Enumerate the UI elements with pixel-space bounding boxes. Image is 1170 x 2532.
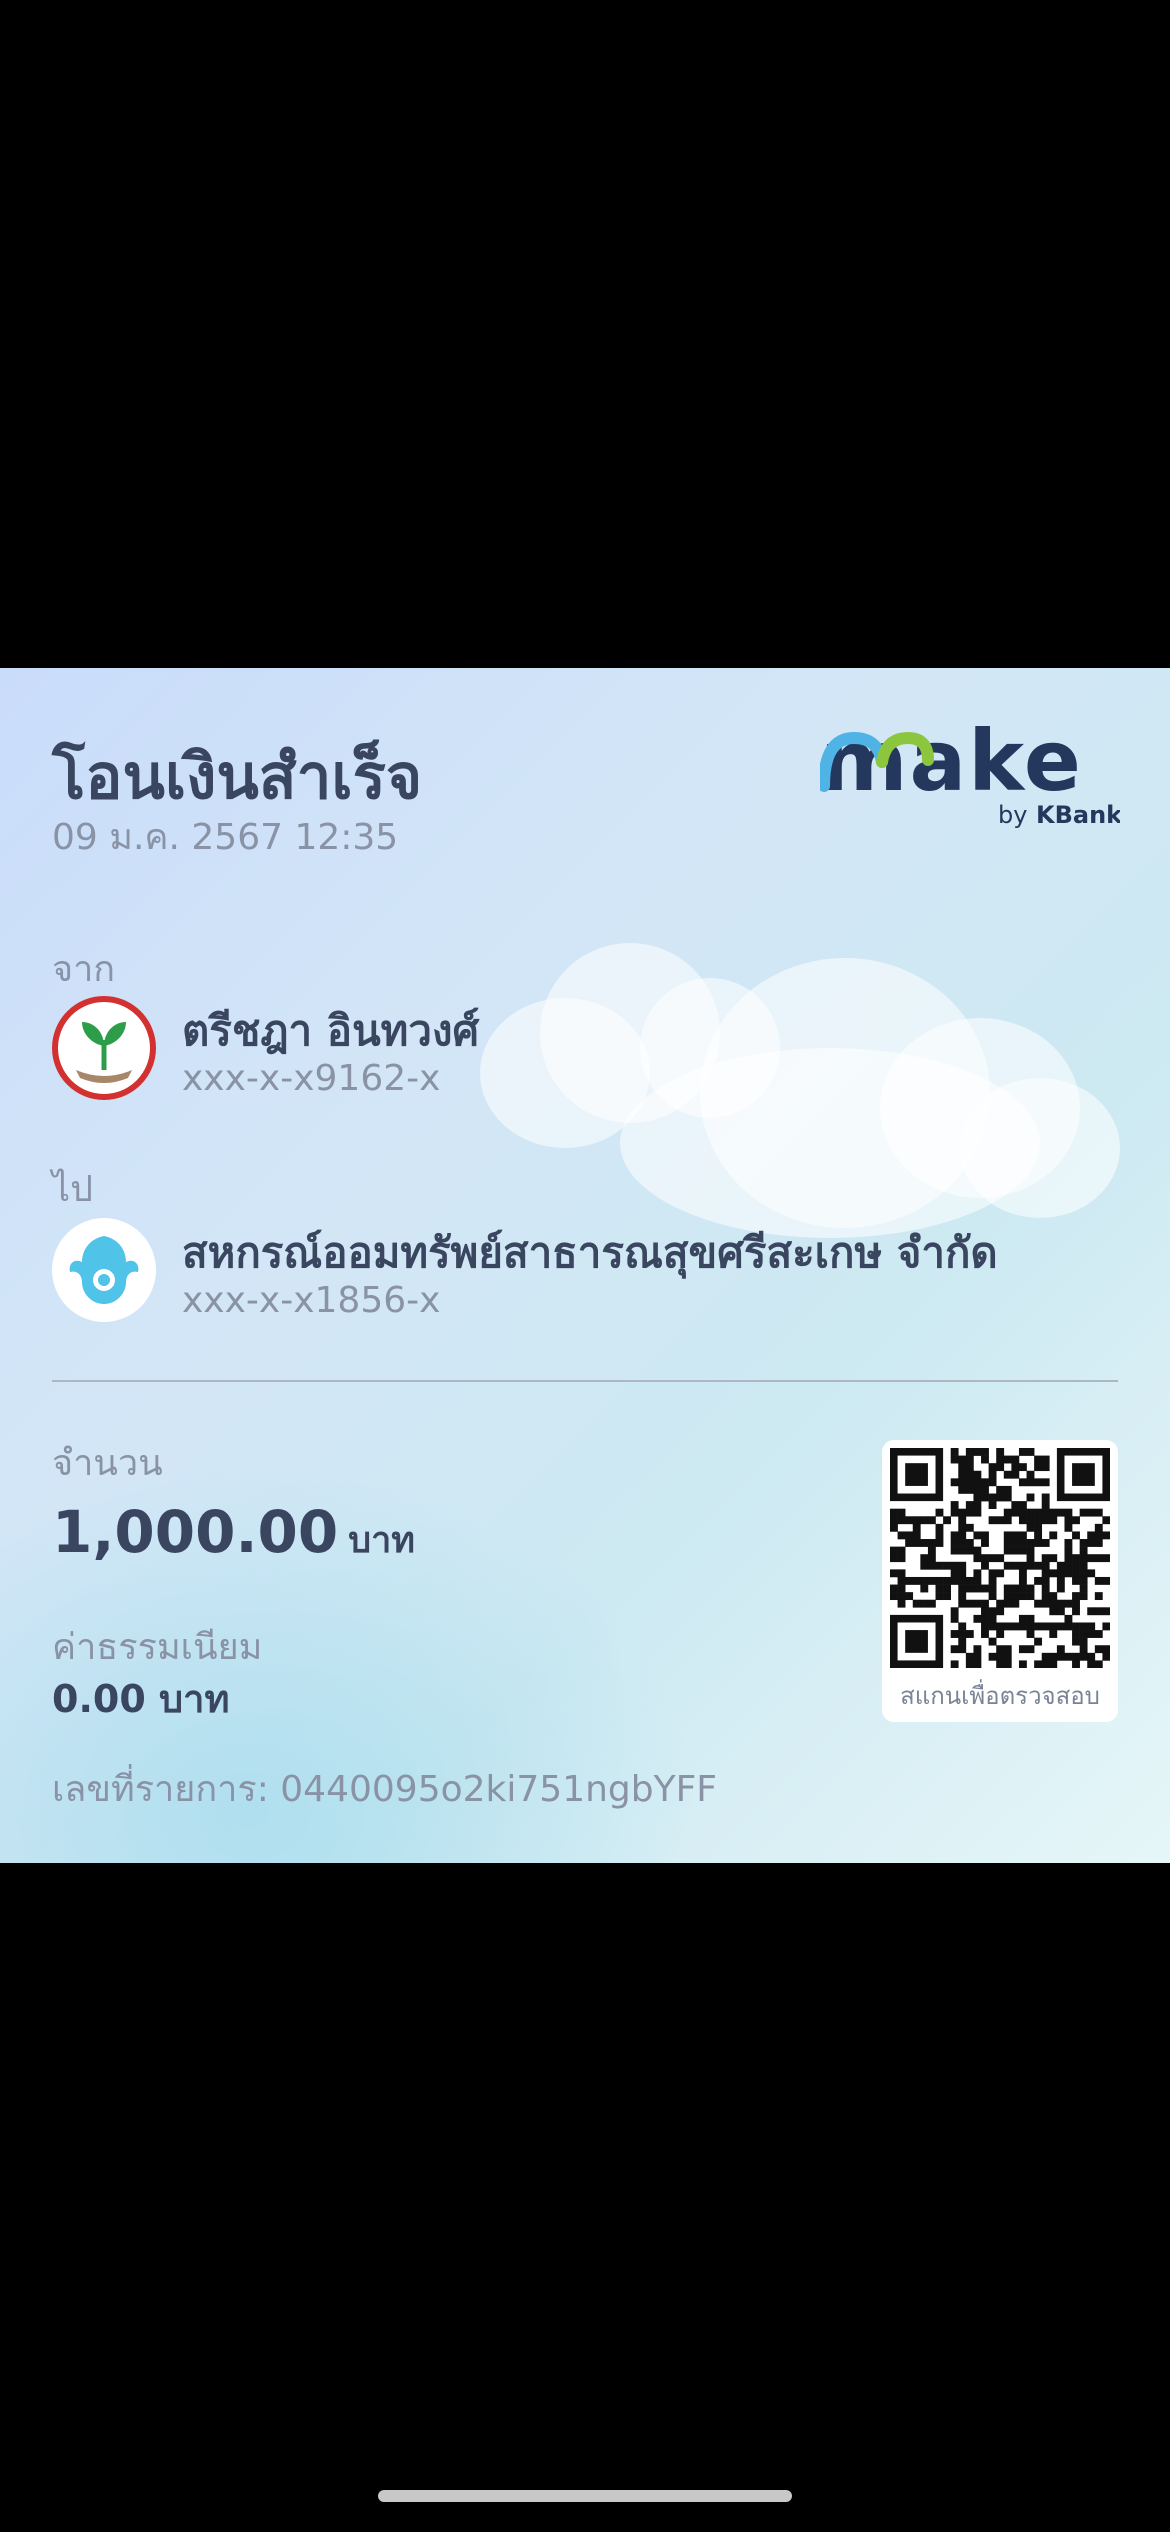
divider xyxy=(52,1380,1118,1382)
fee-label: ค่าธรรมเนียม xyxy=(52,1627,263,1668)
amount-value: 1,000.00 บาท xyxy=(52,1498,415,1568)
cloud-decoration xyxy=(960,1078,1120,1218)
fee-value: 0.00 บาท xyxy=(52,1677,230,1721)
amount-label: จำนวน xyxy=(52,1443,163,1484)
qr-caption: สแกนเพื่อตรวจสอบ xyxy=(900,1682,1100,1710)
transfer-slip: โอนเงินสำเร็จ 09 ม.ค. 2567 12:35 make by… xyxy=(0,668,1170,1863)
kasikornbank-logo-icon xyxy=(52,996,156,1100)
sender-account: xxx-x-x9162-x xyxy=(182,1058,441,1099)
sender-name: ตรีชฎา อินทวงศ์ xyxy=(182,1006,480,1055)
to-label: ไป xyxy=(52,1169,93,1210)
transaction-datetime: 09 ม.ค. 2567 12:35 xyxy=(52,817,399,858)
recipient-name: สหกรณ์ออมทรัพย์สาธารณสุขศรีสะเกษ จำกัด xyxy=(182,1228,998,1277)
make-by-kbank-logo: make by KBank xyxy=(818,712,1123,830)
recipient-account: xxx-x-x1856-x xyxy=(182,1280,441,1321)
svg-text:by: by xyxy=(998,801,1027,829)
amount-number: 1,000.00 xyxy=(52,1498,339,1566)
qr-code-icon[interactable] xyxy=(890,1448,1110,1668)
svg-text:KBank: KBank xyxy=(1036,801,1120,829)
reference-number: เลขที่รายการ: 0440095o2ki751ngbYFF xyxy=(52,1769,718,1810)
krungthai-bank-logo-icon xyxy=(52,1218,156,1322)
from-label: จาก xyxy=(52,949,116,990)
qr-card[interactable]: สแกนเพื่อตรวจสอบ xyxy=(882,1440,1118,1722)
amount-unit: บาท xyxy=(348,1520,416,1561)
home-indicator[interactable] xyxy=(378,2490,792,2502)
